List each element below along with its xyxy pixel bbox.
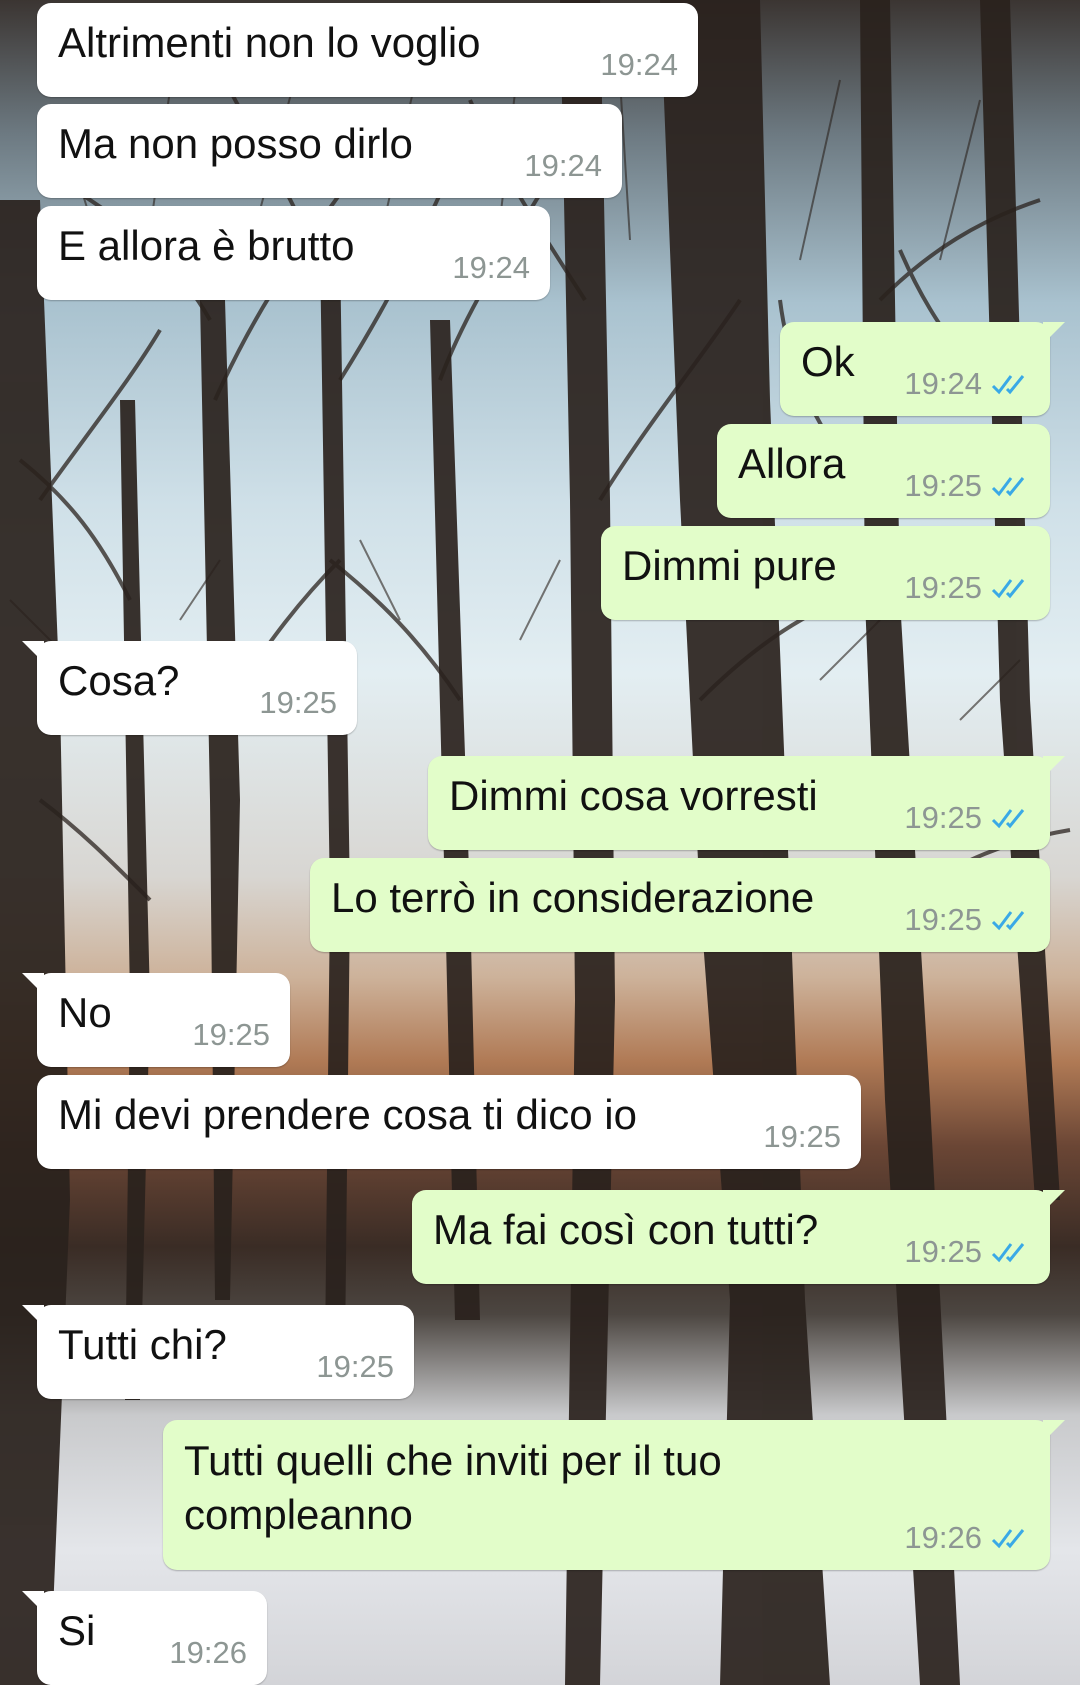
message-meta: 19:24 [452,250,530,286]
message-bubble-outgoing[interactable]: Dimmi cosa vorresti 19:25 [428,756,1065,850]
message-time: 19:25 [904,468,982,503]
message-time: 19:25 [259,685,337,720]
bubble-tail [1043,1420,1065,1442]
message-meta: 19:25 [763,1119,841,1155]
message-bubble-incoming[interactable]: Altrimenti non lo voglio 19:24 [37,3,698,97]
bubble-tail [22,973,44,995]
message-time: 19:25 [904,1234,982,1269]
message-meta: 19:26 [169,1635,247,1671]
message-time: 19:25 [763,1119,841,1154]
message-bubble-incoming[interactable]: No 19:25 [22,973,290,1067]
message-text: Mi devi prendere cosa ti dico io [58,1091,637,1138]
read-receipt-icon [991,579,1025,599]
message-bubble-outgoing[interactable]: Ma fai così con tutti? 19:25 [412,1190,1065,1284]
message-time: 19:25 [316,1349,394,1384]
read-receipt-icon [991,375,1025,395]
read-receipt-icon [991,1529,1025,1549]
read-receipt-icon [991,477,1025,497]
message-bubble-outgoing[interactable]: Lo terrò in considerazione 19:25 [310,858,1050,952]
message-bubble-outgoing[interactable]: Ok 19:24 [780,322,1065,416]
read-receipt-icon [991,1243,1025,1263]
message-meta: 19:25 [904,468,1030,504]
message-bubble-incoming[interactable]: Tutti chi? 19:25 [22,1305,414,1399]
message-time: 19:24 [600,47,678,82]
bubble-tail [1043,756,1065,778]
message-bubble-incoming[interactable]: Cosa? 19:25 [22,641,357,735]
message-bubble-outgoing[interactable]: Tutti quelli che inviti per il tuo compl… [163,1420,1065,1570]
message-meta: 19:25 [904,800,1030,836]
message-meta: 19:25 [259,685,337,721]
message-time: 19:24 [904,366,982,401]
message-meta: 19:25 [904,1234,1030,1270]
bubble-tail [22,1591,44,1613]
message-time: 19:26 [904,1520,982,1555]
message-time: 19:24 [452,250,530,285]
bubble-tail [22,1305,44,1327]
message-time: 19:25 [192,1017,270,1052]
bubble-tail [22,641,44,663]
message-meta: 19:25 [904,570,1030,606]
message-time: 19:25 [904,570,982,605]
message-meta: 19:25 [904,902,1030,938]
message-bubble-outgoing[interactable]: Allora 19:25 [717,424,1050,518]
message-bubble-incoming[interactable]: Ma non posso dirlo 19:24 [37,104,622,198]
message-list[interactable]: Altrimenti non lo voglio 19:24 Ma non po… [0,0,1080,1685]
bubble-tail [1043,1190,1065,1212]
message-meta: 19:25 [316,1349,394,1385]
message-bubble-incoming[interactable]: Si 19:26 [22,1591,267,1685]
message-meta: 19:24 [904,366,1030,402]
message-meta: 19:24 [600,47,678,83]
message-time: 19:24 [524,148,602,183]
message-bubble-incoming[interactable]: Mi devi prendere cosa ti dico io 19:25 [37,1075,861,1169]
bubble-tail [1043,322,1065,344]
message-time: 19:25 [904,902,982,937]
message-meta: 19:26 [904,1520,1030,1556]
message-meta: 19:25 [192,1017,270,1053]
message-text: Tutti quelli che inviti per il tuo compl… [184,1437,722,1538]
message-time: 19:26 [169,1635,247,1670]
read-receipt-icon [991,911,1025,931]
message-meta: 19:24 [524,148,602,184]
message-bubble-incoming[interactable]: E allora è brutto 19:24 [37,206,550,300]
message-time: 19:25 [904,800,982,835]
message-bubble-outgoing[interactable]: Dimmi pure 19:25 [601,526,1050,620]
read-receipt-icon [991,809,1025,829]
